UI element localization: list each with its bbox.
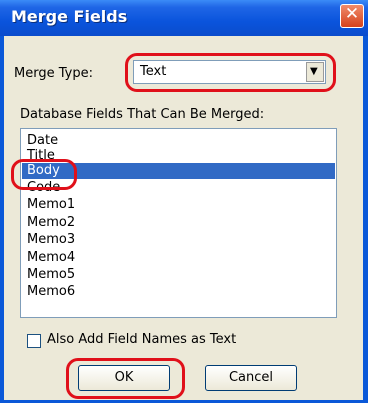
list-item[interactable]: Memo2 <box>27 216 75 230</box>
dialog-title: Merge Fields <box>11 7 128 26</box>
fields-list-label: Database Fields That Can Be Merged: <box>20 107 265 122</box>
title-bar[interactable]: Merge Fields ✕ <box>0 0 368 36</box>
cancel-button[interactable]: Cancel <box>205 365 297 391</box>
list-item[interactable]: Memo6 <box>27 285 75 299</box>
list-item[interactable]: Title <box>27 149 55 163</box>
also-add-field-names-label[interactable]: Also Add Field Names as Text <box>47 332 236 347</box>
also-add-field-names-checkbox[interactable] <box>27 334 41 348</box>
ok-button[interactable]: OK <box>78 365 170 391</box>
close-button[interactable]: ✕ <box>340 4 364 28</box>
list-item[interactable]: Code <box>27 181 60 195</box>
database-fields-list[interactable]: Date Title Body Code Memo1 Memo2 Memo3 M… <box>20 128 337 318</box>
list-item[interactable]: Memo4 <box>27 251 75 265</box>
merge-type-label: Merge Type: <box>14 66 93 81</box>
list-item[interactable]: Memo1 <box>27 198 75 212</box>
merge-type-dropdown-button[interactable]: ▼ <box>306 62 324 82</box>
list-item[interactable]: Memo3 <box>27 233 75 247</box>
list-item[interactable]: Memo5 <box>27 268 75 282</box>
list-item[interactable]: Date <box>27 134 58 148</box>
close-icon: ✕ <box>344 4 360 24</box>
chevron-down-icon: ▼ <box>310 66 318 77</box>
list-item-selected[interactable]: Body <box>22 163 335 179</box>
merge-type-select[interactable]: Text ▼ <box>133 60 326 84</box>
merge-type-value: Text <box>140 64 167 79</box>
